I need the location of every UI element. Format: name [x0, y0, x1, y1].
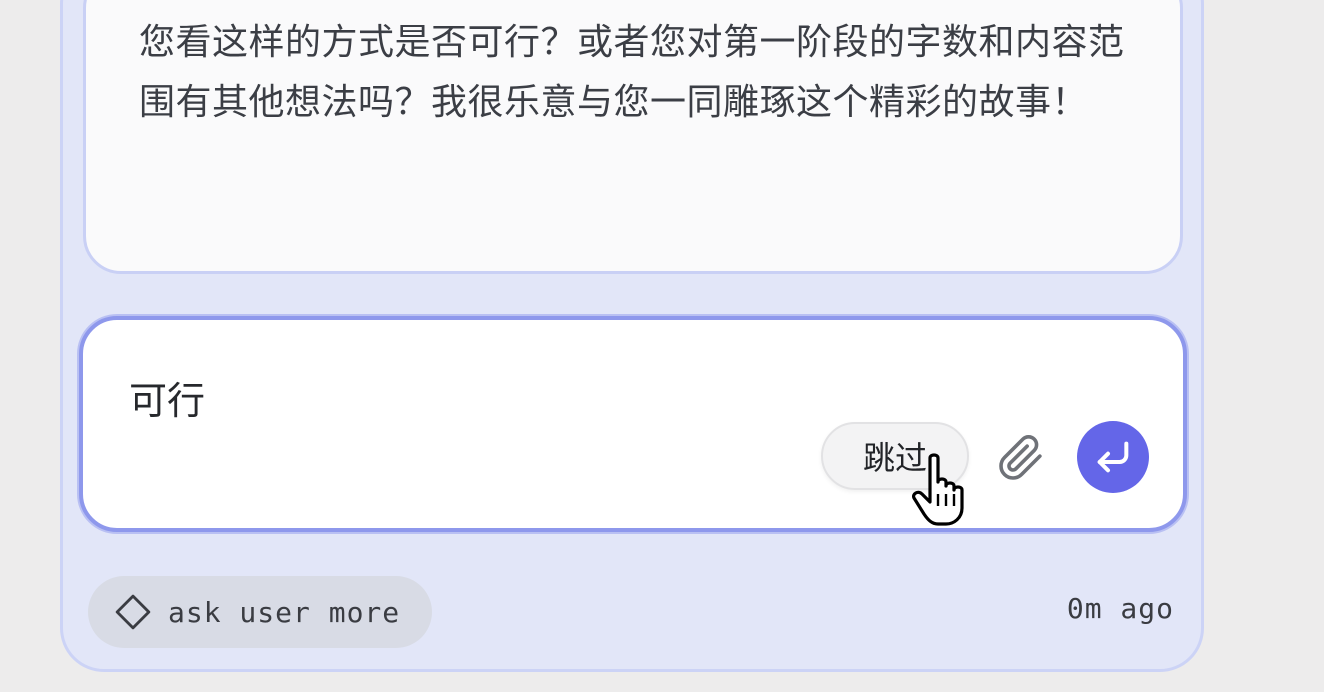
diamond-icon: [115, 594, 151, 630]
paperclip-icon[interactable]: [997, 434, 1045, 482]
assistant-message-bubble: 您看这样的方式是否可行？或者您对第一阶段的字数和内容范围有其他想法吗？我很乐意与…: [83, 0, 1183, 274]
tag-label: ask user more: [168, 595, 401, 629]
send-button[interactable]: [1077, 421, 1149, 493]
reply-input-value[interactable]: 可行: [129, 370, 205, 425]
reply-input-box[interactable]: 可行 跳过: [79, 316, 1187, 532]
timestamp: 0m ago: [1066, 592, 1174, 625]
return-arrow-icon: [1097, 441, 1129, 473]
message-text: 您看这样的方式是否可行？或者您对第一阶段的字数和内容范围有其他想法吗？我很乐意与…: [139, 22, 1125, 123]
ask-user-more-tag[interactable]: ask user more: [88, 576, 432, 648]
hand-pointer-cursor-icon: [912, 453, 964, 526]
